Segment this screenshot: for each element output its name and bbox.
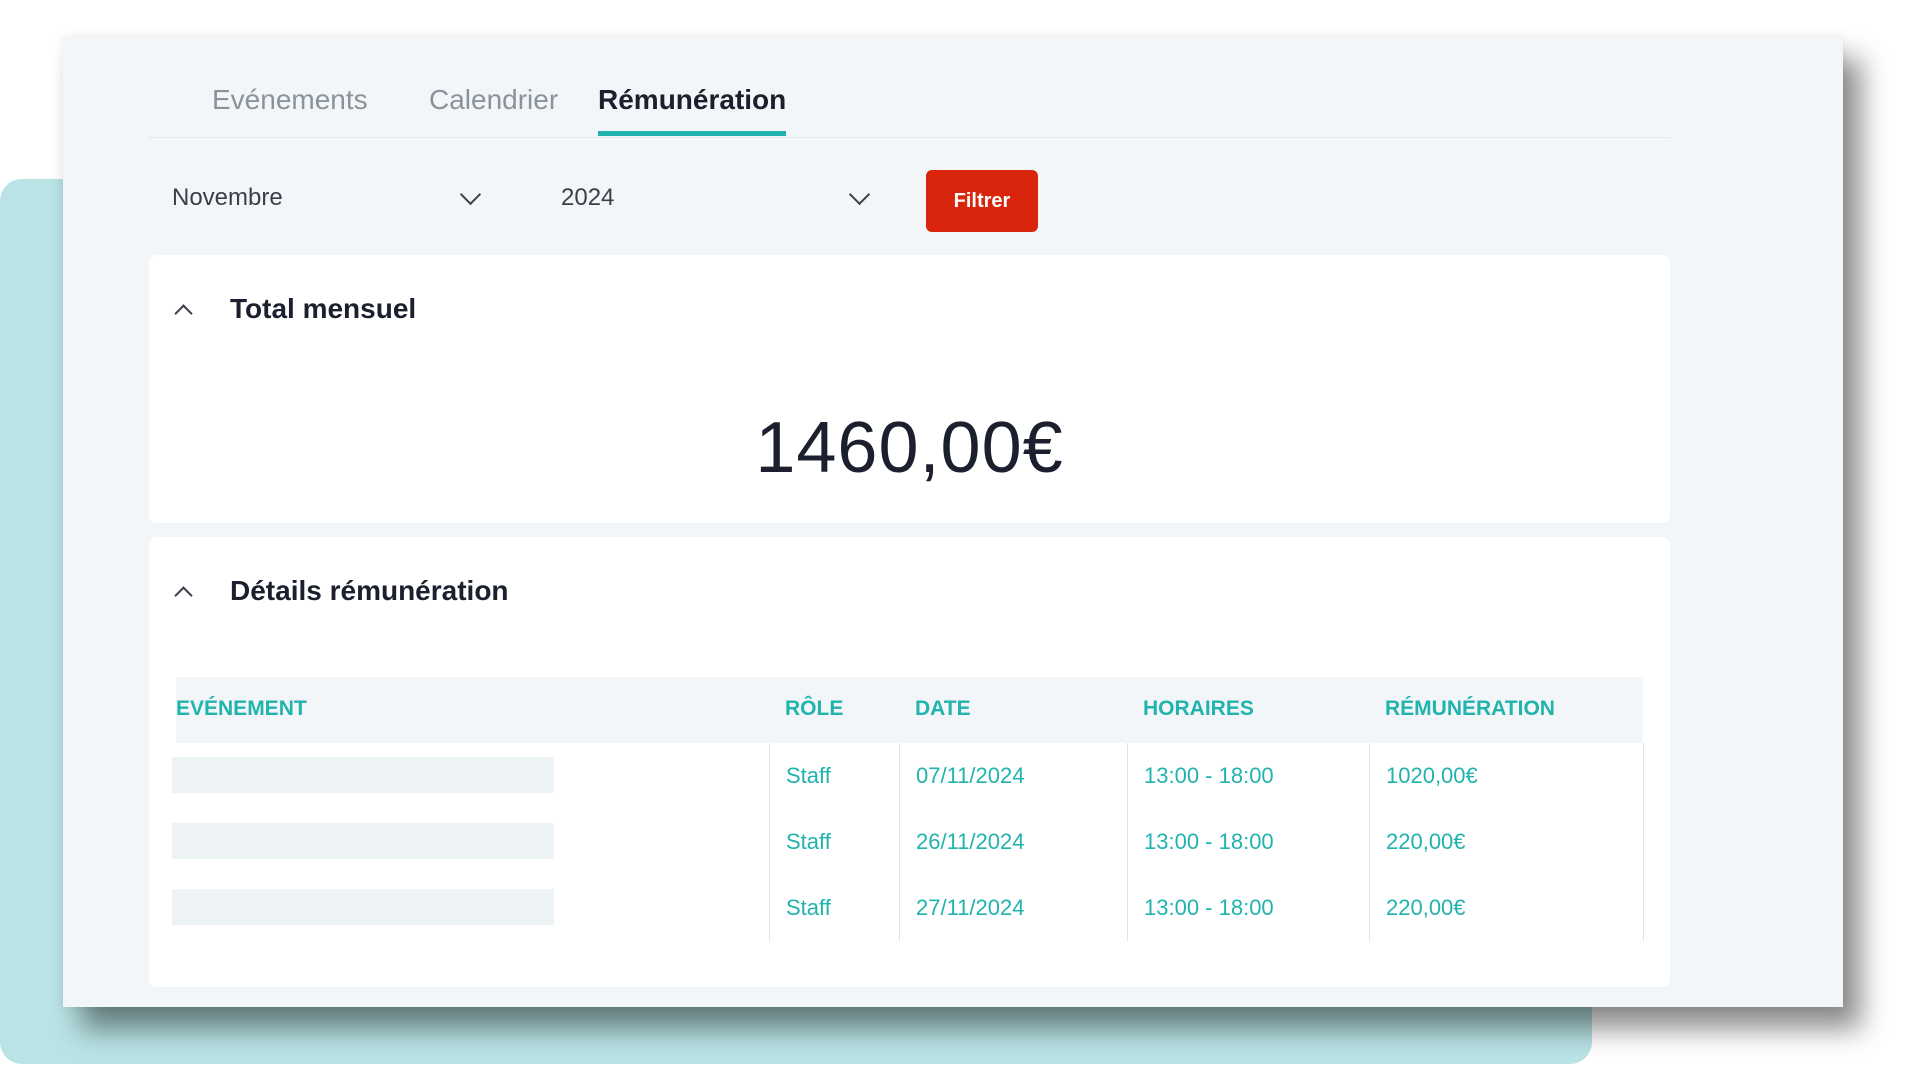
total-card-header[interactable]: Total mensuel (174, 293, 417, 325)
year-select[interactable]: 2024 (561, 167, 871, 229)
app-window: Evénements Calendrier Rémunération Novem… (63, 37, 1843, 1007)
cell-role: Staff (786, 763, 831, 788)
cell-date: 07/11/2024 (916, 763, 1025, 788)
chevron-down-icon (459, 183, 482, 205)
chevron-up-icon (174, 585, 193, 605)
details-card-title: Détails rémunération (230, 575, 509, 606)
cell-pay: 1020,00€ (1386, 763, 1478, 788)
filter-button[interactable]: Filtrer (926, 170, 1038, 232)
cell-role: Staff (786, 829, 831, 854)
column-header-role: RÔLE (785, 697, 844, 720)
month-select[interactable]: Novembre (172, 167, 482, 229)
column-header-pay: RÉMUNÉRATION (1385, 697, 1555, 720)
event-name-placeholder (172, 889, 554, 925)
details-card: Détails rémunération EVÉNEMENT RÔLE DATE… (149, 537, 1670, 987)
event-name-placeholder (172, 757, 554, 793)
cell-role: Staff (786, 895, 831, 920)
event-name-placeholder (172, 823, 554, 859)
cell-date: 27/11/2024 (916, 895, 1025, 920)
table-header: EVÉNEMENT RÔLE DATE HORAIRES RÉMUNÉRATIO… (176, 677, 1643, 743)
chevron-down-icon (848, 183, 871, 205)
tab-calendrier[interactable]: Calendrier (429, 84, 558, 134)
column-header-event: EVÉNEMENT (176, 697, 307, 720)
tab-evenements[interactable]: Evénements (212, 84, 368, 134)
table-row[interactable]: Staff 27/11/2024 13:00 - 18:00 220,00€ (149, 875, 1670, 941)
total-amount: 1460,00€ (755, 408, 1064, 488)
table-row[interactable]: Staff 07/11/2024 13:00 - 18:00 1020,00€ (149, 743, 1670, 809)
total-card: Total mensuel 1460,00€ (149, 255, 1670, 523)
tab-remuneration[interactable]: Rémunération (598, 84, 787, 136)
cell-pay: 220,00€ (1386, 895, 1466, 920)
year-select-value: 2024 (561, 184, 615, 211)
column-header-date: DATE (915, 697, 971, 720)
details-card-header[interactable]: Détails rémunération (174, 575, 509, 607)
cell-pay: 220,00€ (1386, 829, 1466, 854)
month-select-value: Novembre (172, 184, 283, 211)
table-row[interactable]: Staff 26/11/2024 13:00 - 18:00 220,00€ (149, 809, 1670, 875)
total-card-title: Total mensuel (230, 293, 417, 324)
cell-hours: 13:00 - 18:00 (1144, 895, 1274, 920)
column-header-hours: HORAIRES (1143, 697, 1254, 720)
cell-hours: 13:00 - 18:00 (1144, 829, 1274, 854)
tab-bar: Evénements Calendrier Rémunération (149, 37, 1670, 138)
cell-hours: 13:00 - 18:00 (1144, 763, 1274, 788)
chevron-up-icon (174, 303, 193, 323)
cell-date: 26/11/2024 (916, 829, 1025, 854)
